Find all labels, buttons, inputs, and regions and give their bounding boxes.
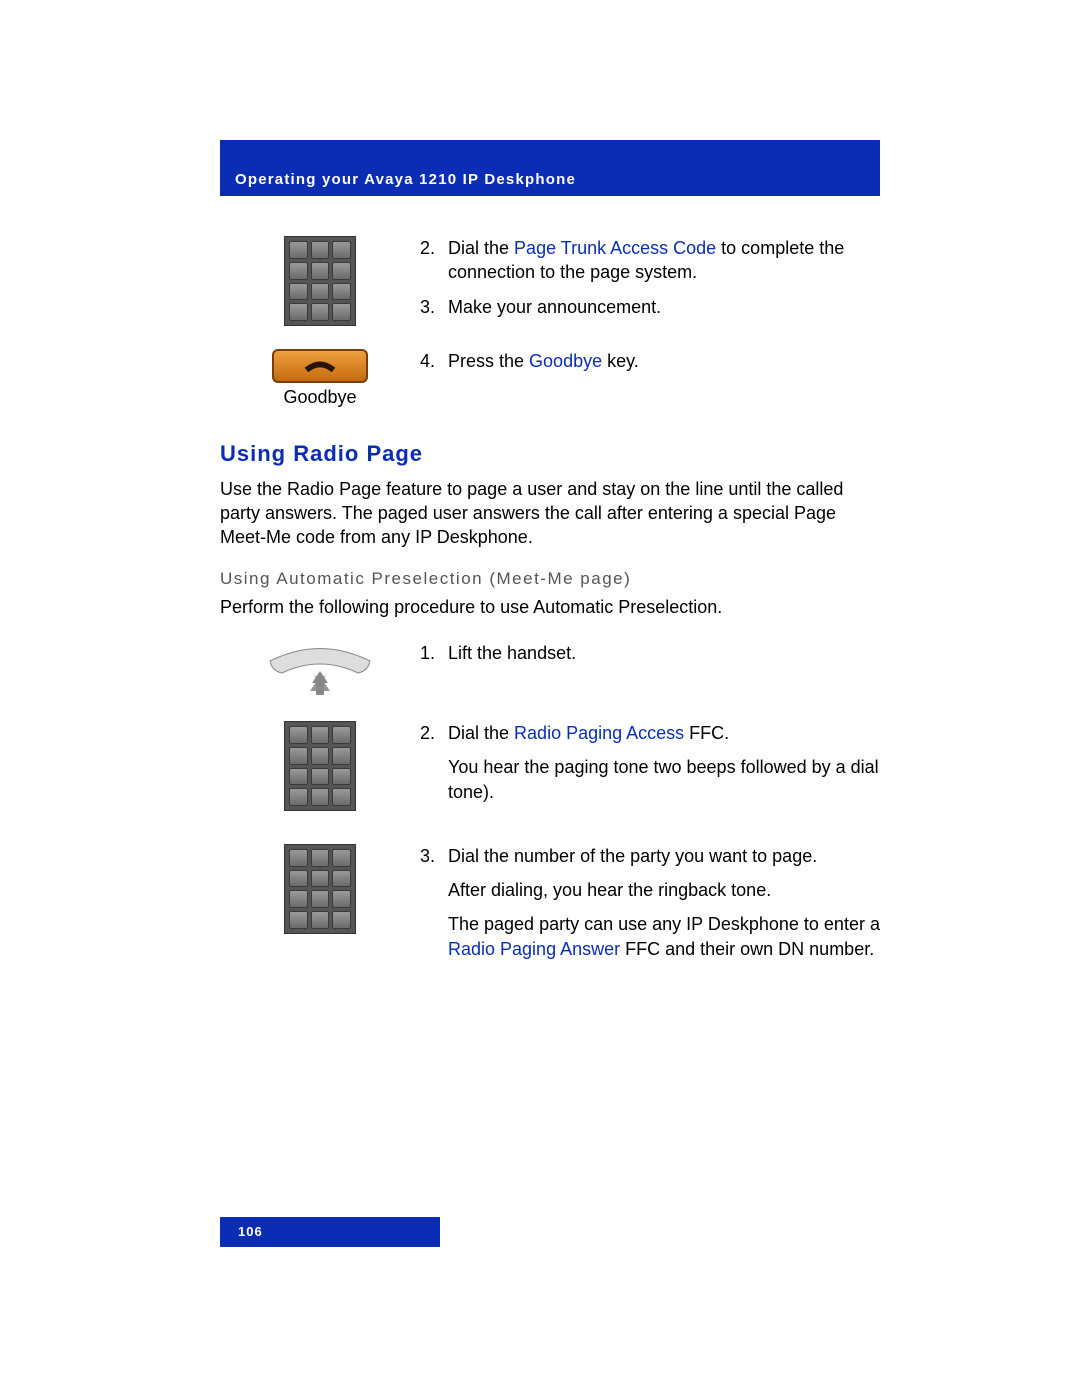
step-note: After dialing, you hear the ringback ton… (448, 878, 880, 902)
step-row: 1. Lift the handset. (220, 641, 880, 701)
step-note: You hear the paging tone two beeps follo… (448, 755, 880, 804)
document-page: Operating your Avaya 1210 IP Deskphone 2… (0, 0, 1080, 1397)
handset-down-icon (301, 357, 339, 375)
step-number: 2. (420, 721, 448, 804)
link-page-trunk-access-code[interactable]: Page Trunk Access Code (514, 238, 716, 258)
section-heading: Using Radio Page (220, 439, 880, 469)
header-bar: Operating your Avaya 1210 IP Deskphone (220, 140, 880, 196)
step-text-part: Dial the (448, 238, 514, 258)
step-text-part: Press the (448, 351, 529, 371)
step-number: 4. (420, 349, 448, 373)
keypad-icon (220, 236, 420, 326)
step-text-part: FFC and their own DN number. (620, 939, 874, 959)
lift-handset-icon (220, 641, 420, 701)
page-number-bar: 106 (220, 1217, 440, 1247)
keypad-icon (220, 721, 420, 811)
step-number: 2. (420, 236, 448, 285)
subsection-intro: Perform the following procedure to use A… (220, 595, 880, 619)
link-radio-paging-answer[interactable]: Radio Paging Answer (448, 939, 620, 959)
step-number: 1. (420, 641, 448, 665)
step-text-part: Lift the handset. (448, 641, 576, 665)
section-intro: Use the Radio Page feature to page a use… (220, 477, 880, 550)
step-row: 3. Dial the number of the party you want… (220, 844, 880, 971)
link-goodbye[interactable]: Goodbye (529, 351, 602, 371)
page-number: 106 (238, 1223, 263, 1241)
step-text-part: Make your announcement. (448, 295, 661, 319)
header-title: Operating your Avaya 1210 IP Deskphone (235, 170, 576, 190)
step-text-part: FFC. (684, 723, 729, 743)
link-radio-paging-access[interactable]: Radio Paging Access (514, 723, 684, 743)
goodbye-key-icon: Goodbye (220, 349, 420, 409)
step-row: 2. Dial the Radio Paging Access FFC. You… (220, 721, 880, 814)
step-text-part: Dial the (448, 723, 514, 743)
step-number: 3. (420, 295, 448, 319)
step-text: 2. Dial the Page Trunk Access Code to co… (420, 236, 880, 329)
step-row: 2. Dial the Page Trunk Access Code to co… (220, 236, 880, 329)
step-number: 3. (420, 844, 448, 961)
step-text-part: key. (602, 351, 639, 371)
step-row: Goodbye 4. Press the Goodbye key. (220, 349, 880, 409)
step-text-part: The paged party can use any IP Deskphone… (448, 914, 880, 934)
step-text-part: Dial the number of the party you want to… (448, 844, 880, 868)
keypad-icon (220, 844, 420, 934)
subsection-heading: Using Automatic Preselection (Meet-Me pa… (220, 568, 880, 591)
goodbye-label: Goodbye (220, 385, 420, 409)
